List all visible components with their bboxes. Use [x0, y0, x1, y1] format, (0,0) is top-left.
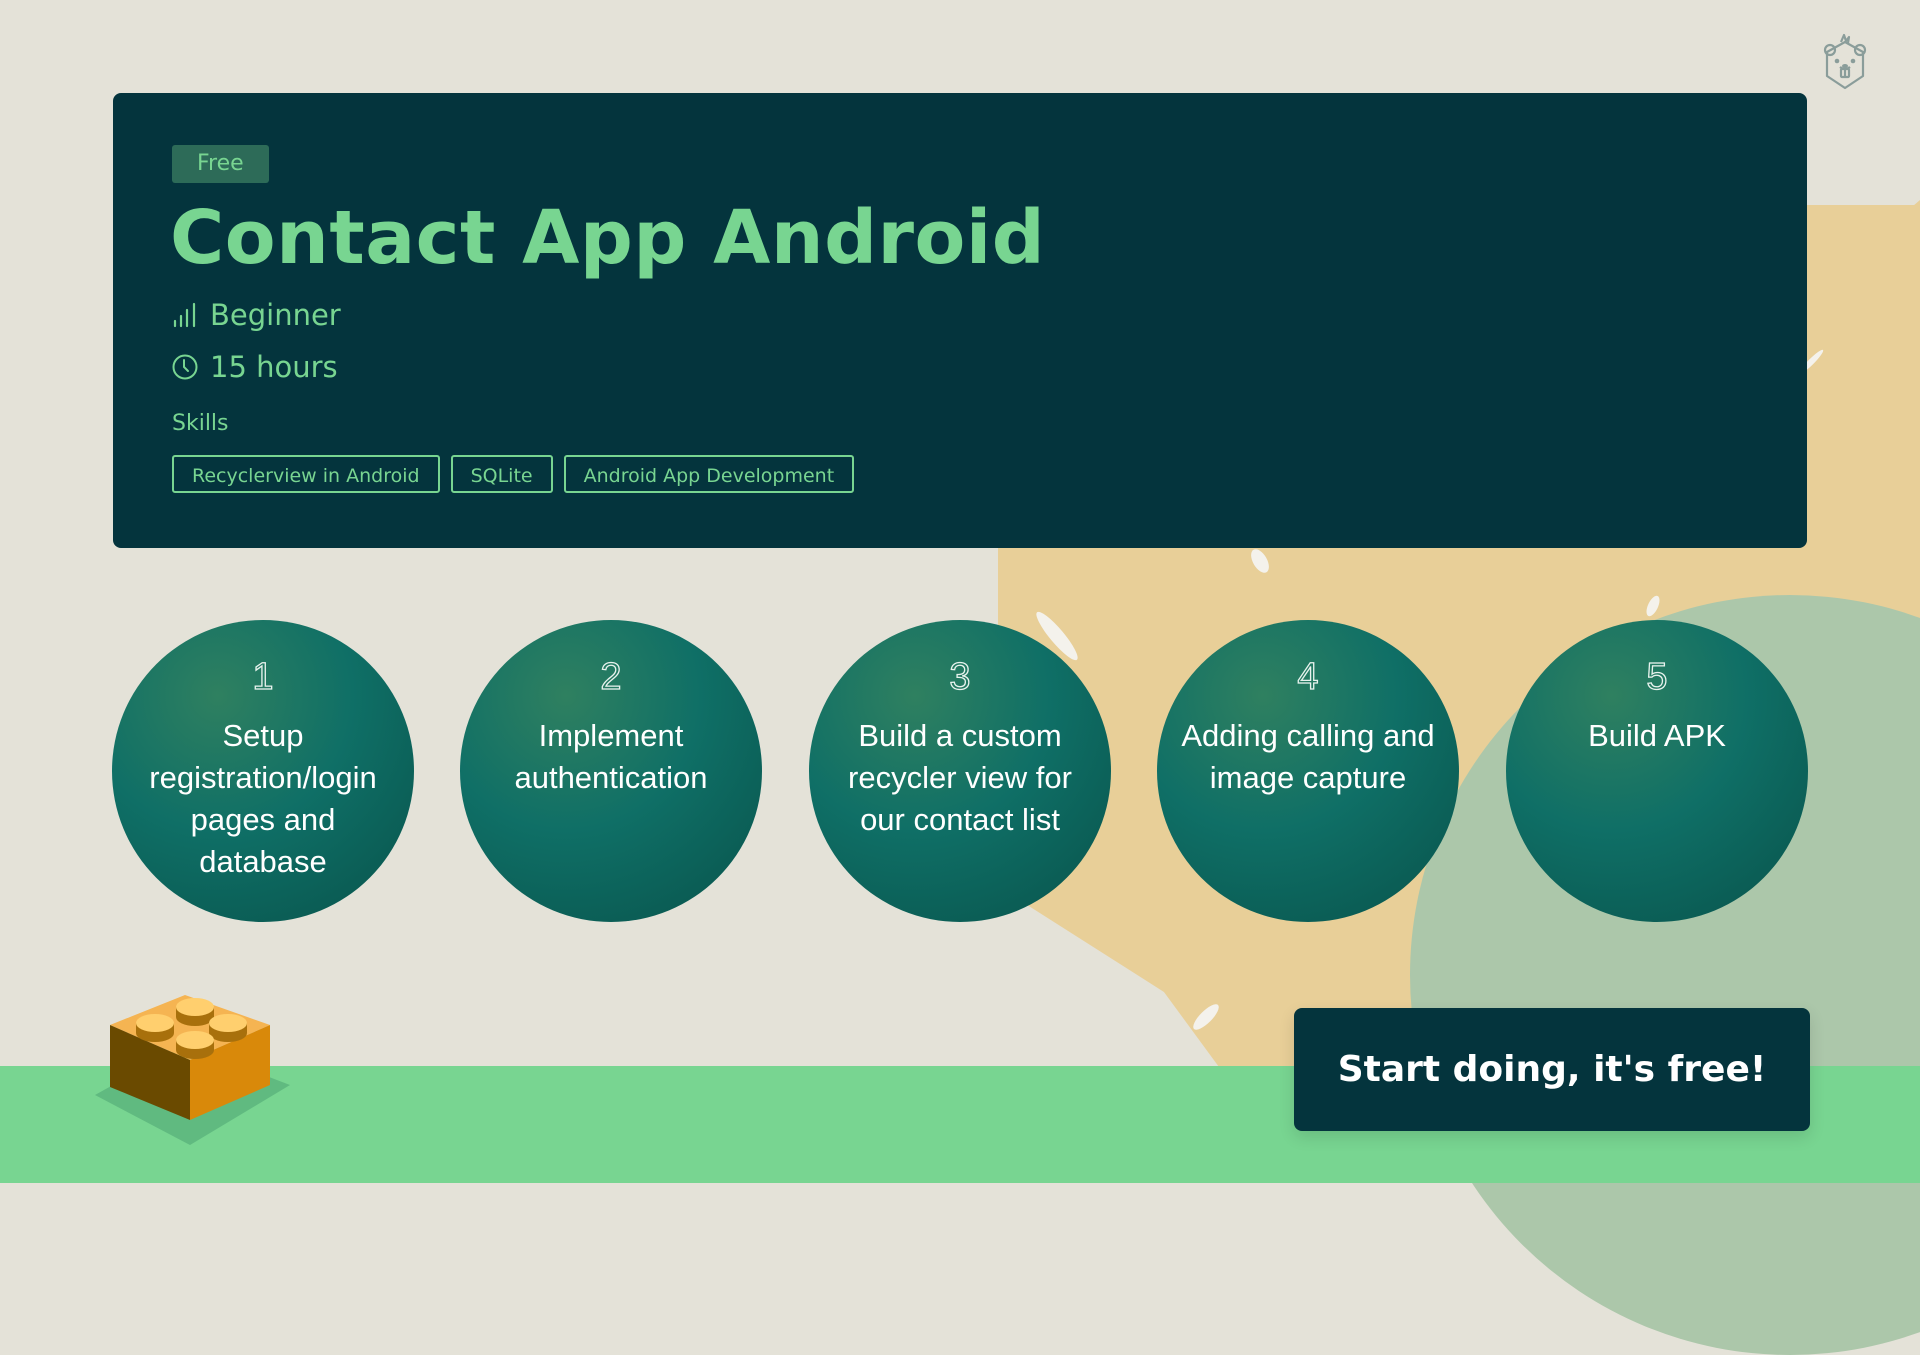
- step-number: 5: [1646, 655, 1668, 698]
- price-badge: Free: [172, 145, 269, 183]
- step-circle: 5 Build APK: [1506, 620, 1808, 922]
- background-yellow-shape-edge: [1800, 205, 1920, 605]
- step-circle: 4 Adding calling and image capture: [1157, 620, 1459, 922]
- course-title: Contact App Android: [170, 195, 1046, 281]
- step-circle: 1 Setup registration/login pages and dat…: [112, 620, 414, 922]
- step-label: Implement authentication: [514, 718, 708, 795]
- step-label: Build a custom recycler view for our con…: [848, 718, 1072, 837]
- skill-chip[interactable]: SQLite: [450, 455, 553, 493]
- course-duration-text: 15 hours: [210, 350, 338, 384]
- project-steps: 1 Setup registration/login pages and dat…: [112, 620, 1808, 924]
- course-level-text: Beginner: [210, 298, 341, 332]
- step-circle: 3 Build a custom recycler view for our c…: [809, 620, 1111, 922]
- step-label: Setup registration/login pages and datab…: [149, 718, 377, 879]
- beaver-logo-icon[interactable]: [1815, 30, 1875, 98]
- skills-list: Recyclerview in Android SQLite Android A…: [172, 455, 855, 493]
- step-number: 4: [1297, 655, 1319, 698]
- skill-chip[interactable]: Android App Development: [563, 455, 855, 493]
- course-card: Free Contact App Android Beginner 15 hou…: [113, 93, 1807, 548]
- start-course-button[interactable]: Start doing, it's free!: [1294, 1008, 1810, 1131]
- step-number: 3: [949, 655, 971, 698]
- step-label: Adding calling and image capture: [1181, 718, 1435, 795]
- skill-chip[interactable]: Recyclerview in Android: [172, 455, 440, 493]
- step-label: Build APK: [1588, 718, 1726, 753]
- course-level: Beginner: [172, 298, 341, 332]
- step-number: 2: [600, 655, 622, 698]
- signal-bars-icon: [173, 302, 196, 328]
- step-number: 1: [252, 655, 274, 698]
- step-circle: 2 Implement authentication: [460, 620, 762, 922]
- skills-label: Skills: [172, 411, 229, 436]
- clock-icon: [172, 354, 198, 380]
- course-duration: 15 hours: [172, 350, 338, 384]
- lego-brick-icon: [95, 995, 290, 1145]
